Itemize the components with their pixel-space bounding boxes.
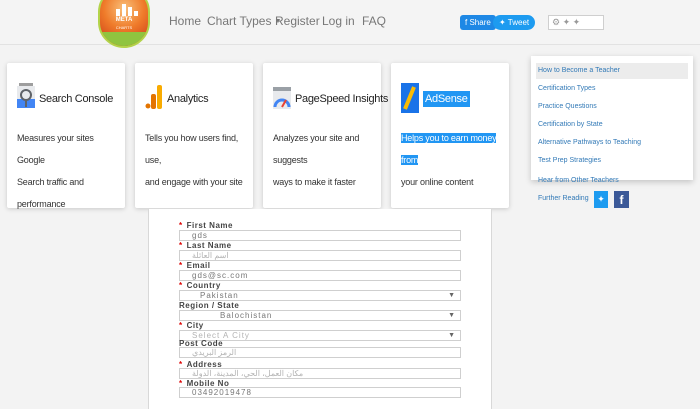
label-city: * City <box>179 321 204 330</box>
first-name-field[interactable]: gds <box>179 230 461 241</box>
card-title: PageSpeed Insights <box>295 93 389 105</box>
top-navbar: META CHARTS Home Chart Types ▼ Register L… <box>0 0 700 48</box>
adsense-icon <box>401 83 419 113</box>
nav-faq-link[interactable]: FAQ <box>362 14 386 28</box>
required-marker: * <box>179 241 183 250</box>
dropdown-item[interactable]: Test Prep Strategies <box>536 153 688 169</box>
card-desc-line: ways to make it faster <box>273 177 356 187</box>
email-field[interactable]: gds@sc.com <box>179 270 461 281</box>
label-email: * Email <box>179 261 210 270</box>
card-description: Tells you how users find, use, and engag… <box>145 127 251 193</box>
chevron-down-icon: ▼ <box>448 312 456 319</box>
pagespeed-icon <box>273 87 291 109</box>
field-label: Country <box>186 281 221 290</box>
dropdown-item[interactable]: Alternative Pathways to Teaching <box>536 135 688 151</box>
top-search-input[interactable]: ⚙ ✦ ✦ <box>548 15 604 30</box>
card-description: Analyzes your site and suggests ways to … <box>273 127 379 193</box>
share-label: Share <box>469 18 491 27</box>
logo-text: META <box>115 17 133 23</box>
site-logo[interactable]: META CHARTS <box>98 0 150 48</box>
dropdown-item[interactable]: Practice Questions <box>536 99 688 115</box>
registration-form: * First Name gds * Last Name اسم العائلة *… <box>148 209 492 409</box>
nav-register-link[interactable]: Register <box>275 14 320 28</box>
logo-chart-icon <box>114 2 138 16</box>
dropdown-item[interactable]: How to Become a Teacher <box>536 63 688 79</box>
field-label: Last Name <box>186 241 232 250</box>
label-last-name: * Last Name <box>179 241 232 250</box>
card-desc-line: Search traffic and performance <box>17 177 84 209</box>
chevron-down-icon: ▼ <box>448 332 456 339</box>
required-marker: * <box>179 261 183 270</box>
tweet-label: Tweet <box>507 18 530 27</box>
card-search-console[interactable]: Search Console Measures your sites Googl… <box>7 63 125 209</box>
nav-home-link[interactable]: Home <box>169 14 201 28</box>
post-code-field[interactable]: الرمز البريدي <box>179 347 461 358</box>
country-select[interactable]: Pakistan ▼ <box>179 290 461 301</box>
field-label: First Name <box>186 221 233 230</box>
card-desc-line: your online content <box>401 177 474 187</box>
required-marker: * <box>179 281 183 290</box>
chart-types-dropdown-menu: How to Become a Teacher Certification Ty… <box>531 56 693 180</box>
nav-login-link[interactable]: Log in <box>322 14 355 28</box>
card-desc-line: Tells you how users find, use, <box>145 133 239 165</box>
field-label: City <box>186 321 204 330</box>
dropdown-item[interactable]: Certification by State <box>536 117 688 133</box>
link-further-reading[interactable]: Further Reading <box>538 195 589 202</box>
share-button[interactable]: f Share <box>460 15 496 30</box>
logo-grass <box>100 32 148 46</box>
select-value: Pakistan <box>200 291 239 300</box>
card-title: Search Console <box>39 93 114 105</box>
mobile-field[interactable]: 03492019478 <box>179 387 461 398</box>
required-marker: * <box>179 321 183 330</box>
last-name-field[interactable]: اسم العائلة <box>179 250 461 261</box>
nav-chart-types-link[interactable]: Chart Types ▼ <box>207 14 281 28</box>
card-desc-line: and engage with your site <box>145 177 243 187</box>
card-desc-line: Analyzes your site and suggests <box>273 133 360 165</box>
address-field[interactable]: مكان العمل، الحي، المدينة، الدولة <box>179 368 461 379</box>
field-label: Region / State <box>179 301 240 310</box>
link-hear-from-teachers[interactable]: Hear from Other Teachers <box>538 177 619 184</box>
card-title: Analytics <box>167 93 209 105</box>
label-region: Region / State <box>179 301 239 310</box>
search-console-icon <box>17 83 35 108</box>
select-value: Balochistan <box>220 311 273 320</box>
dropdown-item[interactable]: Certification Types <box>536 81 688 97</box>
search-widget-icons: ⚙ ✦ ✦ <box>552 17 581 27</box>
analytics-icon <box>145 85 162 109</box>
logo-subtext: CHARTS <box>115 25 133 30</box>
label-first-name: * First Name <box>179 221 233 230</box>
required-marker: * <box>179 221 183 230</box>
card-pagespeed[interactable]: PageSpeed Insights Analyzes your site an… <box>263 63 388 208</box>
card-desc-line-highlighted: Helps you to earn money from <box>401 133 497 165</box>
tweet-button[interactable]: ✦ Tweet <box>493 15 536 30</box>
card-title: AdSense <box>423 91 470 107</box>
region-select[interactable]: Balochistan ▼ <box>179 310 461 321</box>
card-adsense[interactable]: AdSense Helps you to earn money from you… <box>391 63 509 208</box>
field-label: Email <box>186 261 211 270</box>
card-analytics[interactable]: Analytics Tells you how users find, use,… <box>135 63 253 208</box>
card-description: Measures your sites Google Search traffi… <box>17 127 123 215</box>
card-desc-line: Measures your sites Google <box>17 133 94 165</box>
twitter-icon[interactable]: ✦ <box>594 191 608 208</box>
label-country: * Country <box>179 281 221 290</box>
nav-chart-types-label: Chart Types <box>207 14 272 28</box>
chevron-down-icon: ▼ <box>448 292 456 299</box>
facebook-icon[interactable]: f <box>614 191 629 208</box>
card-description: Helps you to earn money from your online… <box>401 127 507 193</box>
bird-icon: ✦ <box>499 18 508 27</box>
